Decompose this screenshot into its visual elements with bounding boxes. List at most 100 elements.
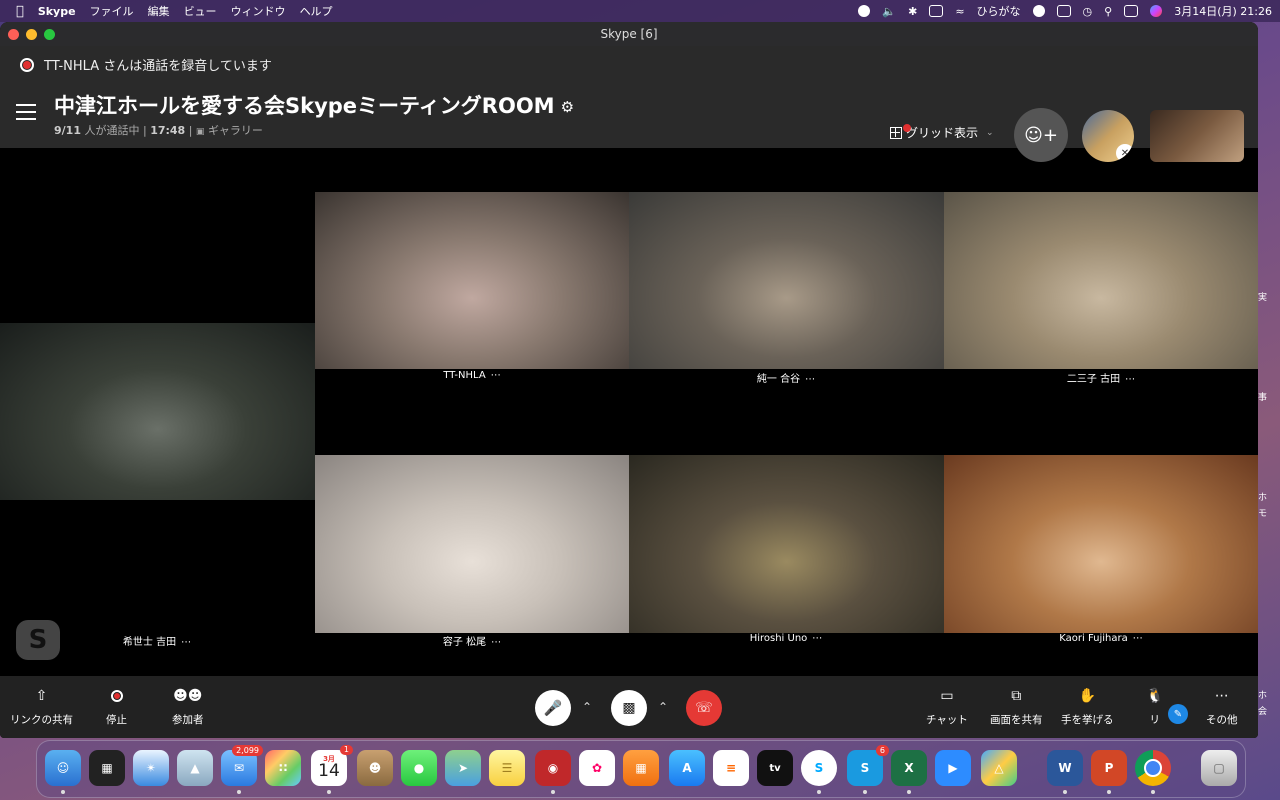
skype-icon[interactable]: S — [801, 750, 837, 786]
menu-window[interactable]: ウィンドウ — [231, 3, 286, 19]
people-icon: ☻☻ — [173, 688, 203, 704]
microphone-button[interactable]: 🎤 — [535, 690, 571, 726]
view-mode-label: ギャラリー — [207, 124, 263, 137]
launchpad-icon[interactable]: ∷ — [265, 750, 301, 786]
more-button[interactable]: ⋯ その他 — [1206, 686, 1238, 727]
menu-file[interactable]: ファイル — [90, 3, 134, 19]
participant-name[interactable]: TT-NHLA ⋯ — [443, 370, 500, 381]
control-center-icon[interactable] — [1124, 5, 1139, 17]
pencil-icon[interactable]: ✎ — [1168, 704, 1188, 724]
close-window-button[interactable] — [8, 29, 19, 40]
participant-video[interactable] — [0, 323, 315, 500]
skype-for-business-icon[interactable]: S6 — [847, 745, 889, 786]
notes-icon[interactable]: ☰ — [489, 750, 525, 786]
input-mode-label[interactable]: ひらがな — [977, 3, 1021, 19]
siri-icon[interactable] — [1150, 5, 1163, 17]
app-store-icon[interactable]: A — [669, 750, 705, 786]
menu-view[interactable]: ビュー — [184, 3, 217, 19]
bluetooth-icon[interactable]: ✱ — [908, 5, 917, 18]
react-button[interactable]: 🐧 リ — [1146, 686, 1163, 727]
volume-icon[interactable]: 🔈 — [882, 5, 896, 18]
self-avatar[interactable]: ✕ — [1082, 110, 1134, 162]
safari-icon[interactable]: ✴ — [133, 750, 169, 786]
mail-icon[interactable]: ✉ 2,099 — [221, 745, 263, 786]
window-titlebar: Skype [6] — [0, 22, 1258, 46]
participant-name[interactable]: 二三子 古田 ⋯ — [1067, 370, 1135, 385]
check-icon[interactable] — [858, 5, 871, 17]
camera-button[interactable]: ▩ — [611, 690, 647, 726]
participant-video[interactable] — [944, 455, 1258, 633]
participant-name[interactable]: 容子 松尾 ⋯ — [443, 633, 501, 648]
gallery-icon: ▣ — [195, 127, 205, 137]
messages-icon[interactable]: ● — [401, 750, 437, 786]
excel-icon[interactable]: X — [891, 750, 927, 786]
zoom-window-button[interactable] — [44, 29, 55, 40]
battery-icon[interactable] — [929, 5, 944, 17]
participant-name[interactable]: Kaori Fujihara ⋯ — [1059, 633, 1143, 644]
drive-icon[interactable]: △ — [981, 750, 1017, 786]
menu-app-name[interactable]: Skype — [38, 5, 76, 18]
mission-control-icon[interactable]: ▦ — [89, 750, 125, 786]
hang-up-button[interactable]: ☏ — [686, 690, 722, 726]
window-title: Skype [6] — [600, 27, 658, 41]
wifi-icon[interactable]: ≈ — [955, 5, 964, 18]
share-screen-button[interactable]: ⧉ 画面を共有 — [990, 686, 1043, 727]
menu-help[interactable]: ヘルプ — [300, 3, 333, 19]
participant-video[interactable] — [944, 192, 1258, 369]
trash-icon[interactable]: ▢ — [1201, 750, 1237, 786]
menu-edit[interactable]: 編集 — [148, 3, 170, 19]
minimize-window-button[interactable] — [26, 29, 37, 40]
share-icon: ⇧ — [35, 688, 48, 704]
participant-name[interactable]: 希世士 吉田 ⋯ — [123, 633, 191, 648]
self-video-preview[interactable] — [1150, 110, 1244, 162]
add-participant-button[interactable]: ☺+ — [1014, 108, 1068, 162]
mail-badge: 2,099 — [232, 745, 263, 756]
keyboard-icon[interactable] — [1056, 5, 1071, 17]
hamburger-menu-icon[interactable] — [16, 104, 36, 120]
zoom-icon[interactable]: ▶ — [935, 750, 971, 786]
microphone-icon: 🎤 — [543, 699, 563, 717]
participant-video[interactable] — [629, 455, 944, 633]
gear-icon[interactable]: ⚙ — [561, 98, 574, 116]
call-title[interactable]: 中津江ホールを愛する会SkypeミーティングROOM ⚙ — [54, 90, 574, 120]
photos-icon[interactable]: ✿ — [579, 750, 615, 786]
skype-window: Skype [6] TT-NHLA さんは通話を録音しています 中津江ホールを愛… — [0, 22, 1258, 738]
participant-name[interactable]: 純一 合谷 ⋯ — [757, 370, 815, 385]
participant-name[interactable]: Hiroshi Uno ⋯ — [750, 633, 823, 644]
finder-icon[interactable]: ☺ — [45, 750, 81, 786]
apple-icon[interactable]:  — [16, 4, 24, 19]
user-icon[interactable] — [1032, 5, 1045, 17]
photo-booth-icon[interactable]: ◉ — [535, 750, 571, 786]
skype-badge: 6 — [875, 745, 889, 756]
call-subtitle: 9/11 人が通話中 | 17:48 | ▣ ギャラリー — [54, 122, 263, 138]
reminders-icon[interactable]: ≡ — [713, 750, 749, 786]
word-icon[interactable]: W — [1047, 750, 1083, 786]
menubar-clock[interactable]: 3月14日(月) 21:26 — [1174, 3, 1272, 19]
mic-options-chevron-icon[interactable]: ⌃ — [582, 700, 592, 714]
raise-hand-button[interactable]: ✋ 手を挙げる — [1061, 686, 1114, 727]
grid-view-button[interactable]: グリッド表示 ⌄ — [890, 123, 994, 141]
chrome-icon[interactable] — [1135, 750, 1171, 786]
emoji-icon: 🐧 — [1146, 688, 1164, 704]
preview-icon[interactable]: ▲ — [177, 750, 213, 786]
participants-button[interactable]: ☻☻ 参加者 — [172, 686, 204, 727]
share-link-button[interactable]: ⇧ リンクの共有 — [10, 686, 73, 727]
books-icon[interactable]: ▦ — [623, 750, 659, 786]
camera-icon: ▩ — [622, 700, 636, 716]
more-dots-icon: ⋯ — [1214, 688, 1229, 704]
apple-tv-icon[interactable]: tv — [757, 750, 793, 786]
stop-recording-button[interactable]: 停止 — [106, 686, 127, 727]
call-controls: ⇧ リンクの共有 停止 ☻☻ 参加者 🎤 ⌃ ▩ ⌃ ☏ ▭ チャット ⧉ 画面を共有 … — [0, 676, 1258, 738]
mac-menubar:  Skype ファイル 編集 ビュー ウィンドウ ヘルプ 🔈 ✱ ≈ ひらがな… — [0, 0, 1280, 22]
powerpoint-icon[interactable]: P — [1091, 750, 1127, 786]
participant-video[interactable] — [315, 455, 629, 633]
participant-video[interactable] — [629, 192, 944, 369]
calendar-icon[interactable]: 3月 14 1 — [311, 745, 353, 786]
spotlight-icon[interactable]: ⚲ — [1104, 5, 1112, 18]
camera-options-chevron-icon[interactable]: ⌃ — [658, 700, 668, 714]
participant-video[interactable] — [315, 192, 629, 369]
clock-icon[interactable]: ◷ — [1083, 5, 1093, 18]
contacts-icon[interactable]: ☻ — [357, 750, 393, 786]
maps-icon[interactable]: ➤ — [445, 750, 481, 786]
chat-button[interactable]: ▭ チャット — [926, 686, 968, 727]
